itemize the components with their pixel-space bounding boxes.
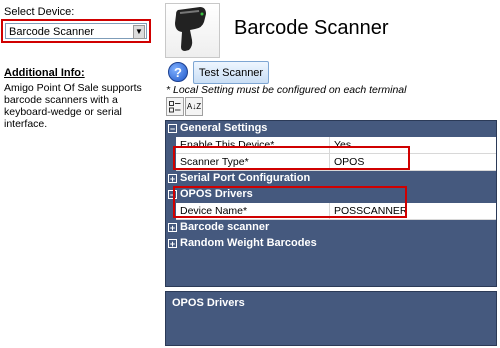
- sort-alphabetical-icon[interactable]: A↓Z: [185, 97, 203, 116]
- description-panel: OPOS Drivers: [165, 291, 497, 346]
- barcode-scanner-icon: [165, 3, 220, 58]
- right-panel: Barcode Scanner ? Test Scanner * Local S…: [162, 0, 500, 348]
- category-label: Serial Port Configuration: [180, 172, 311, 184]
- opos-drivers-highlight: [173, 186, 407, 218]
- device-title: Barcode Scanner: [234, 17, 389, 39]
- expand-icon[interactable]: +: [168, 174, 177, 184]
- expand-icon[interactable]: +: [168, 239, 177, 249]
- category-barcode-scanner[interactable]: + Barcode scanner: [166, 220, 496, 236]
- category-label: Barcode scanner: [180, 221, 270, 233]
- device-select-highlight: Barcode Scanner ▼: [1, 19, 151, 43]
- category-label: General Settings: [180, 122, 268, 134]
- category-random-weight-barcodes[interactable]: + Random Weight Barcodes: [166, 236, 496, 252]
- category-serial-port-configuration[interactable]: + Serial Port Configuration: [166, 171, 496, 187]
- help-icon[interactable]: ?: [168, 62, 188, 82]
- test-scanner-button[interactable]: Test Scanner: [193, 61, 269, 84]
- expand-icon[interactable]: +: [168, 223, 177, 233]
- scanner-type-highlight: [173, 146, 410, 170]
- device-select-value: Barcode Scanner: [9, 26, 94, 38]
- local-setting-note: * Local Setting must be configured on ea…: [166, 84, 407, 96]
- left-panel: Select Device: Barcode Scanner ▼ Additio…: [0, 0, 162, 348]
- chevron-down-icon[interactable]: ▼: [133, 25, 145, 39]
- device-select[interactable]: Barcode Scanner ▼: [5, 23, 147, 39]
- categorized-icon[interactable]: [166, 97, 184, 116]
- additional-info-title: Additional Info:: [4, 67, 85, 79]
- description-title: OPOS Drivers: [172, 297, 245, 309]
- additional-info-text: Amigo Point Of Sale supports barcode sca…: [4, 82, 142, 130]
- collapse-icon[interactable]: −: [168, 124, 177, 134]
- select-device-label: Select Device:: [4, 6, 75, 18]
- category-label: Random Weight Barcodes: [180, 237, 317, 249]
- category-general-settings[interactable]: − General Settings: [166, 121, 496, 137]
